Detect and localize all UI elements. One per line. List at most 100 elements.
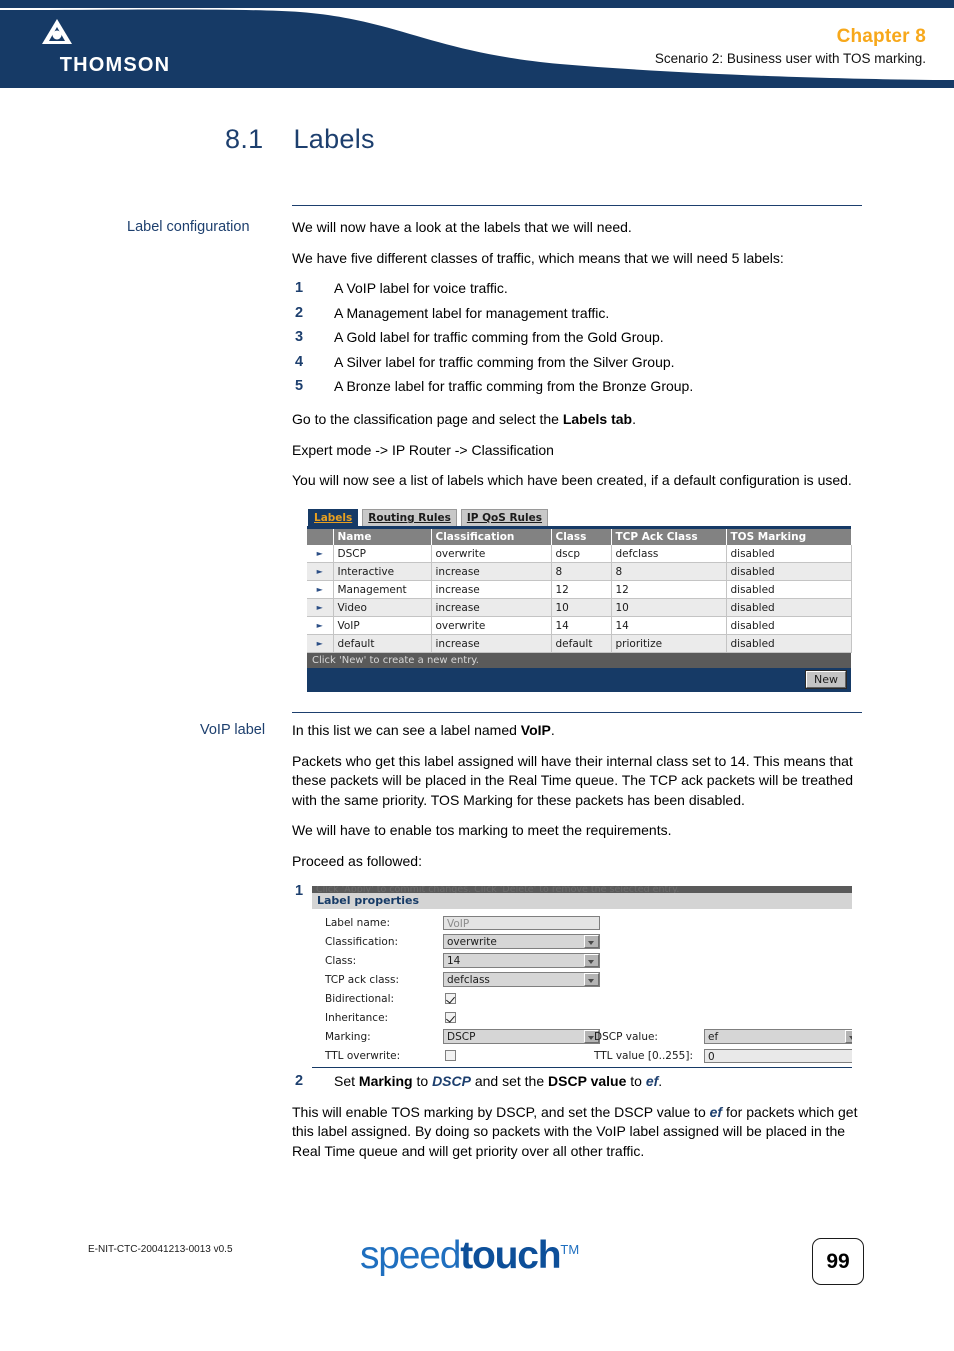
- step2-t4: to: [626, 1073, 646, 1089]
- cell-tos-marking: disabled: [726, 634, 852, 653]
- cell-classification: overwrite: [431, 616, 552, 635]
- col-tcp-ack-class: TCP Ack Class: [611, 529, 727, 545]
- list-item-number: 2: [295, 304, 304, 321]
- labels-table: Name Classification Class TCP Ack Class …: [307, 529, 852, 653]
- tab-routing-rules[interactable]: Routing Rules: [362, 509, 457, 526]
- tab-labels[interactable]: Labels: [308, 509, 359, 526]
- step2-t1: Set: [334, 1073, 359, 1089]
- col-name: Name: [333, 529, 432, 545]
- list-item-number: 2: [295, 1073, 304, 1089]
- cell-tcp-ack-class: 14: [611, 616, 727, 635]
- paragraph-intro-2: We have five different classes of traffi…: [292, 249, 784, 266]
- row-select-arrow-icon[interactable]: ►: [307, 598, 334, 617]
- table-row[interactable]: ► Video increase 10 10 disabled: [307, 598, 852, 617]
- table-row[interactable]: ► Interactive increase 8 8 disabled: [307, 562, 852, 581]
- list-item-text: A Silver label for traffic comming from …: [334, 353, 675, 370]
- step2-bold-marking: Marking: [358, 1073, 413, 1089]
- classification-label: Classification:: [325, 935, 399, 948]
- class-control[interactable]: 14: [443, 953, 600, 968]
- field-row-classification: Classification: overwrite: [312, 932, 852, 951]
- labels-numbered-list: 1 A VoIP label for voice traffic. 2 A Mana…: [292, 279, 862, 397]
- row-select-arrow-icon[interactable]: ►: [307, 634, 334, 653]
- table-status-message: Click 'New' to create a new entry.: [307, 653, 851, 668]
- ttl-overwrite-control[interactable]: [443, 1050, 456, 1061]
- divider-label-configuration: [292, 205, 862, 206]
- row-select-arrow-icon[interactable]: ►: [307, 616, 334, 635]
- step2-t5: .: [658, 1073, 663, 1089]
- list-item: 2 A Management label for management traff…: [292, 304, 862, 324]
- row-select-arrow-icon[interactable]: ►: [307, 545, 334, 563]
- ttl-value-input[interactable]: 0: [704, 1048, 852, 1063]
- ttl-value-control[interactable]: 0: [704, 1048, 852, 1063]
- step2-t3: and set the: [470, 1073, 549, 1089]
- step2-t2: to: [412, 1073, 433, 1089]
- cell-class: 12: [551, 580, 612, 599]
- tab-ip-qos-rules[interactable]: IP QoS Rules: [460, 509, 548, 526]
- cell-name: default: [333, 634, 432, 653]
- cell-name: Management: [333, 580, 432, 599]
- chevron-down-icon[interactable]: [584, 954, 599, 967]
- dscp-value-control[interactable]: ef: [704, 1029, 852, 1044]
- header-chapter-info: Chapter 8 Scenario 2: Business user with…: [655, 26, 926, 67]
- thomson-logo: THOMSON: [40, 18, 190, 78]
- goto-prefix: Go to the classification page and select…: [292, 411, 563, 427]
- section-number: 8.1: [225, 124, 264, 154]
- tcp-ack-class-value: defclass: [447, 974, 490, 986]
- row-select-arrow-icon[interactable]: ►: [307, 562, 334, 581]
- dscp-value-label: DSCP value:: [594, 1030, 658, 1043]
- col-select: [307, 529, 334, 545]
- cell-tos-marking: disabled: [726, 580, 852, 599]
- marking-select[interactable]: DSCP: [443, 1029, 600, 1044]
- field-row-bidirectional: Bidirectional:: [312, 989, 852, 1008]
- list-item: 2 Set Marking to DSCP and set the DSCP va…: [292, 1072, 862, 1092]
- voip-para1-bold: VoIP: [520, 722, 551, 738]
- side-label-voip-label: VoIP label: [200, 722, 266, 738]
- table-row[interactable]: ► Management increase 12 12 disabled: [307, 580, 852, 599]
- list-item-text: A Management label for management traffi…: [334, 304, 610, 321]
- final-t1: This will enable TOS marking by DSCP, an…: [292, 1103, 710, 1120]
- inheritance-checkbox[interactable]: [445, 1012, 456, 1023]
- chevron-down-icon[interactable]: [584, 935, 599, 948]
- ttl-overwrite-checkbox[interactable]: [445, 1050, 456, 1061]
- tcp-ack-class-select[interactable]: defclass: [443, 972, 600, 987]
- dscp-value-select[interactable]: ef: [704, 1029, 852, 1044]
- chevron-down-icon[interactable]: [845, 1030, 852, 1043]
- divider-voip-label: [292, 712, 862, 713]
- classification-select[interactable]: overwrite: [443, 934, 600, 949]
- label-name-control[interactable]: VoIP: [443, 915, 600, 930]
- cell-classification: increase: [431, 562, 552, 581]
- bidirectional-control[interactable]: [443, 993, 456, 1004]
- inheritance-control[interactable]: [443, 1012, 456, 1023]
- field-row-inheritance: Inheritance:: [312, 1008, 852, 1027]
- table-row[interactable]: ► DSCP overwrite dscp defclass disabled: [307, 545, 852, 563]
- new-button[interactable]: New: [806, 671, 846, 688]
- classification-control[interactable]: overwrite: [443, 934, 600, 949]
- page-number: 99: [812, 1238, 864, 1285]
- field-row-ttl-overwrite: TTL overwrite: TTL value [0..255]: 0: [312, 1046, 852, 1065]
- list-item-number: 1: [295, 883, 304, 899]
- paragraph-intro-1: We will now have a look at the labels th…: [292, 219, 632, 235]
- marking-control[interactable]: DSCP: [443, 1029, 600, 1044]
- cell-tcp-ack-class: 8: [611, 562, 727, 581]
- page-header: THOMSON Chapter 8 Scenario 2: Business u…: [0, 0, 954, 88]
- step2-italic-dscp: DSCP: [432, 1073, 471, 1089]
- thomson-diamond-icon: [42, 19, 72, 44]
- col-classification: Classification: [431, 529, 552, 545]
- cell-tcp-ack-class: 10: [611, 598, 727, 617]
- cell-tcp-ack-class: prioritize: [611, 634, 727, 653]
- bidirectional-checkbox[interactable]: [445, 993, 456, 1004]
- class-select[interactable]: 14: [443, 953, 600, 968]
- paragraph-proceed: Proceed as followed:: [292, 852, 422, 869]
- tcp-ack-class-control[interactable]: defclass: [443, 972, 600, 987]
- row-select-arrow-icon[interactable]: ►: [307, 580, 334, 599]
- form-title-label-properties: Label properties: [312, 893, 852, 909]
- ttl-overwrite-label: TTL overwrite:: [325, 1049, 401, 1062]
- step2-italic-ef: ef: [645, 1073, 659, 1089]
- label-name-input[interactable]: VoIP: [443, 915, 600, 930]
- chevron-down-icon[interactable]: [584, 973, 599, 986]
- goto-suffix: .: [632, 411, 636, 427]
- tcp-ack-class-label: TCP ack class:: [325, 973, 400, 986]
- list-item-text: A Bronze label for traffic comming from …: [334, 378, 694, 394]
- table-row[interactable]: ► default increase default prioritize di…: [307, 634, 852, 653]
- table-row[interactable]: ► VoIP overwrite 14 14 disabled: [307, 616, 852, 635]
